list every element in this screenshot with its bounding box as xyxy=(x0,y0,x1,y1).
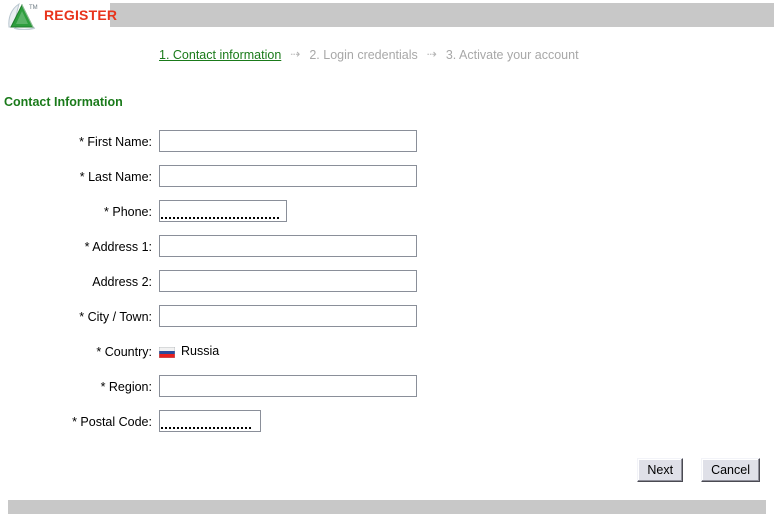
form-row-city-town: * City / Town: xyxy=(0,305,774,340)
field-wrap-city-town xyxy=(159,305,417,327)
field-wrap-address-1 xyxy=(159,235,417,257)
phone-input[interactable] xyxy=(159,200,287,222)
address-2-input[interactable] xyxy=(159,270,417,292)
brand-title: REGISTER xyxy=(44,7,118,23)
step-arrow-icon-1: ⇢ xyxy=(290,47,301,61)
postal-code-masked-wrapper xyxy=(159,410,261,432)
form-row-region: * Region: xyxy=(0,375,774,410)
city-town-input[interactable] xyxy=(159,305,417,327)
step-arrow-icon-2: ⇢ xyxy=(426,47,437,61)
region-input[interactable] xyxy=(159,375,417,397)
cancel-button[interactable]: Cancel xyxy=(701,458,760,482)
label-city-town: * City / Town: xyxy=(79,310,152,324)
label-region: * Region: xyxy=(100,380,152,394)
trademark-mark: TM xyxy=(29,5,38,11)
step-breadcrumb: 1. Contact information ⇢ 2. Login creden… xyxy=(159,46,579,64)
field-wrap-region xyxy=(159,375,417,397)
form-row-country: * Country: Russia xyxy=(0,340,774,375)
label-country: * Country: xyxy=(96,345,152,359)
form-row-last-name: * Last Name: xyxy=(0,165,774,200)
step-3-activate-your-account[interactable]: 3. Activate your account xyxy=(446,48,579,62)
triangle-a-logo-icon: TM xyxy=(6,2,40,30)
contact-information-form: * First Name: * Last Name: * Phone: * Ad… xyxy=(0,130,774,445)
label-last-name: * Last Name: xyxy=(79,170,152,184)
form-row-address-2: Address 2: xyxy=(0,270,774,305)
form-row-address-1: * Address 1: xyxy=(0,235,774,270)
phone-masked-wrapper xyxy=(159,200,287,222)
label-postal-code: * Postal Code: xyxy=(72,415,152,429)
label-phone: * Phone: xyxy=(104,205,152,219)
footer-gray-bar xyxy=(8,500,766,514)
russia-flag-icon xyxy=(158,346,176,358)
country-value: Russia xyxy=(158,340,220,362)
address-1-input[interactable] xyxy=(159,235,417,257)
header-gray-bar xyxy=(110,3,774,27)
step-1-contact-information[interactable]: 1. Contact information xyxy=(159,48,281,62)
field-wrap-first-name xyxy=(159,130,417,152)
field-wrap-address-2 xyxy=(159,270,417,292)
page-title: Contact Information xyxy=(4,95,123,109)
label-first-name: * First Name: xyxy=(79,135,152,149)
field-wrap-last-name xyxy=(159,165,417,187)
country-name-text: Russia xyxy=(181,344,220,358)
step-2-login-credentials[interactable]: 2. Login credentials xyxy=(309,48,417,62)
page-header: TM REGISTER xyxy=(0,0,774,30)
form-row-postal-code: * Postal Code: xyxy=(0,410,774,445)
field-wrap-phone xyxy=(159,200,287,222)
label-address-1: * Address 1: xyxy=(84,240,152,254)
last-name-input[interactable] xyxy=(159,165,417,187)
form-row-first-name: * First Name: xyxy=(0,130,774,165)
form-actions: Next Cancel xyxy=(637,458,760,482)
label-address-2: Address 2: xyxy=(92,275,152,289)
form-row-phone: * Phone: xyxy=(0,200,774,235)
first-name-input[interactable] xyxy=(159,130,417,152)
postal-code-input[interactable] xyxy=(159,410,261,432)
field-wrap-postal-code xyxy=(159,410,261,432)
next-button[interactable]: Next xyxy=(637,458,684,482)
field-wrap-country: Russia xyxy=(158,340,220,362)
